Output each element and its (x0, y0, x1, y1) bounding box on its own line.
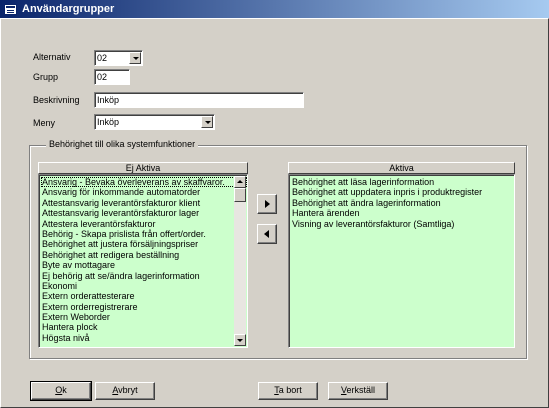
list-item[interactable]: Attestansvarig leverantörsfakturor klien… (41, 198, 247, 208)
list-item[interactable]: Ansvarig för inkommande automatorder (41, 187, 247, 197)
list-item[interactable]: Högsta nivå (41, 333, 247, 343)
list-item[interactable]: Attestansvarig leverantörsfakturor lager (41, 208, 247, 218)
ej-aktiva-list[interactable]: Ansvarig - Bevaka överleverans av skaffv… (38, 174, 248, 348)
alternativ-combo[interactable]: 02 (94, 50, 143, 66)
list-item[interactable]: Extern orderattesterare (41, 291, 247, 301)
meny-value: Inköp (97, 117, 120, 127)
ok-button[interactable]: Ok (30, 381, 92, 401)
list-item[interactable]: Hantera ärenden (291, 208, 514, 218)
list-item[interactable]: Behörighet att justera försäljningsprise… (41, 239, 247, 249)
list-item[interactable]: Visning av leverantörsfakturor (Samtliga… (291, 219, 514, 229)
avbryt-button[interactable]: Avbryt (95, 382, 155, 400)
ta-bort-button[interactable]: Ta bort (258, 382, 318, 400)
chevron-down-icon[interactable] (201, 116, 213, 128)
list-item[interactable]: Behörighet att läsa lagerinformation (291, 177, 514, 187)
list-item[interactable]: Ekonomi (41, 281, 247, 291)
ok-label-rest: k (62, 385, 67, 395)
list-item[interactable]: Behörighet att uppdatera inpris i produk… (291, 187, 514, 197)
title-bar: Användargrupper (0, 0, 549, 18)
ej-aktiva-header: Ej Aktiva (38, 162, 248, 174)
meny-combo[interactable]: Inköp (94, 114, 215, 130)
list-item[interactable]: Extern Weborder (41, 312, 247, 322)
grupp-label: Grupp (33, 72, 59, 82)
list-item[interactable]: Ansvarig - Bevaka överleverans av skaffv… (41, 177, 247, 188)
verkstall-button[interactable]: Verkställ (328, 382, 388, 400)
scroll-up-icon[interactable] (234, 176, 246, 188)
list-item[interactable]: Attestera leverantörsfakturor (41, 219, 247, 229)
beskrivning-label: Beskrivning (33, 95, 80, 105)
list-item[interactable]: Behörighet att ändra lagerinformation (291, 198, 514, 208)
alternativ-value: 02 (97, 53, 108, 63)
move-right-button[interactable] (257, 194, 277, 214)
list-item[interactable]: Hantera plock (41, 322, 247, 332)
move-left-button[interactable] (257, 224, 277, 244)
permissions-legend: Behörighet till olika systemfunktioner (46, 139, 199, 149)
window-title: Användargrupper (22, 3, 115, 15)
window-icon (4, 3, 17, 15)
avbryt-label-rest: vbryt (118, 385, 138, 395)
ej-aktiva-scrollbar[interactable] (234, 176, 246, 346)
grupp-field[interactable]: 02 (94, 69, 130, 85)
aktiva-header: Aktiva (288, 162, 515, 174)
list-item[interactable]: Extern orderregistrerare (41, 302, 247, 312)
scroll-down-icon[interactable] (234, 334, 246, 346)
alternativ-label: Alternativ (33, 52, 71, 62)
chevron-down-icon[interactable] (129, 52, 141, 64)
verkstall-label-rest: erkställ (346, 385, 376, 395)
list-item[interactable]: Behörig - Skapa prislista från offert/or… (41, 229, 247, 239)
aktiva-list[interactable]: Behörighet att läsa lagerinformation Behö… (288, 174, 515, 348)
beskrivning-field[interactable]: Inköp (94, 92, 304, 108)
list-item[interactable]: Ej behörig att se/ändra lagerinformation (41, 271, 247, 281)
scroll-thumb[interactable] (234, 188, 246, 202)
list-item[interactable]: Byte av mottagare (41, 260, 247, 270)
ta-bort-label-rest: a bort (278, 385, 302, 395)
meny-label: Meny (33, 118, 56, 128)
list-item[interactable]: Behörighet att redigera beställning (41, 250, 247, 260)
